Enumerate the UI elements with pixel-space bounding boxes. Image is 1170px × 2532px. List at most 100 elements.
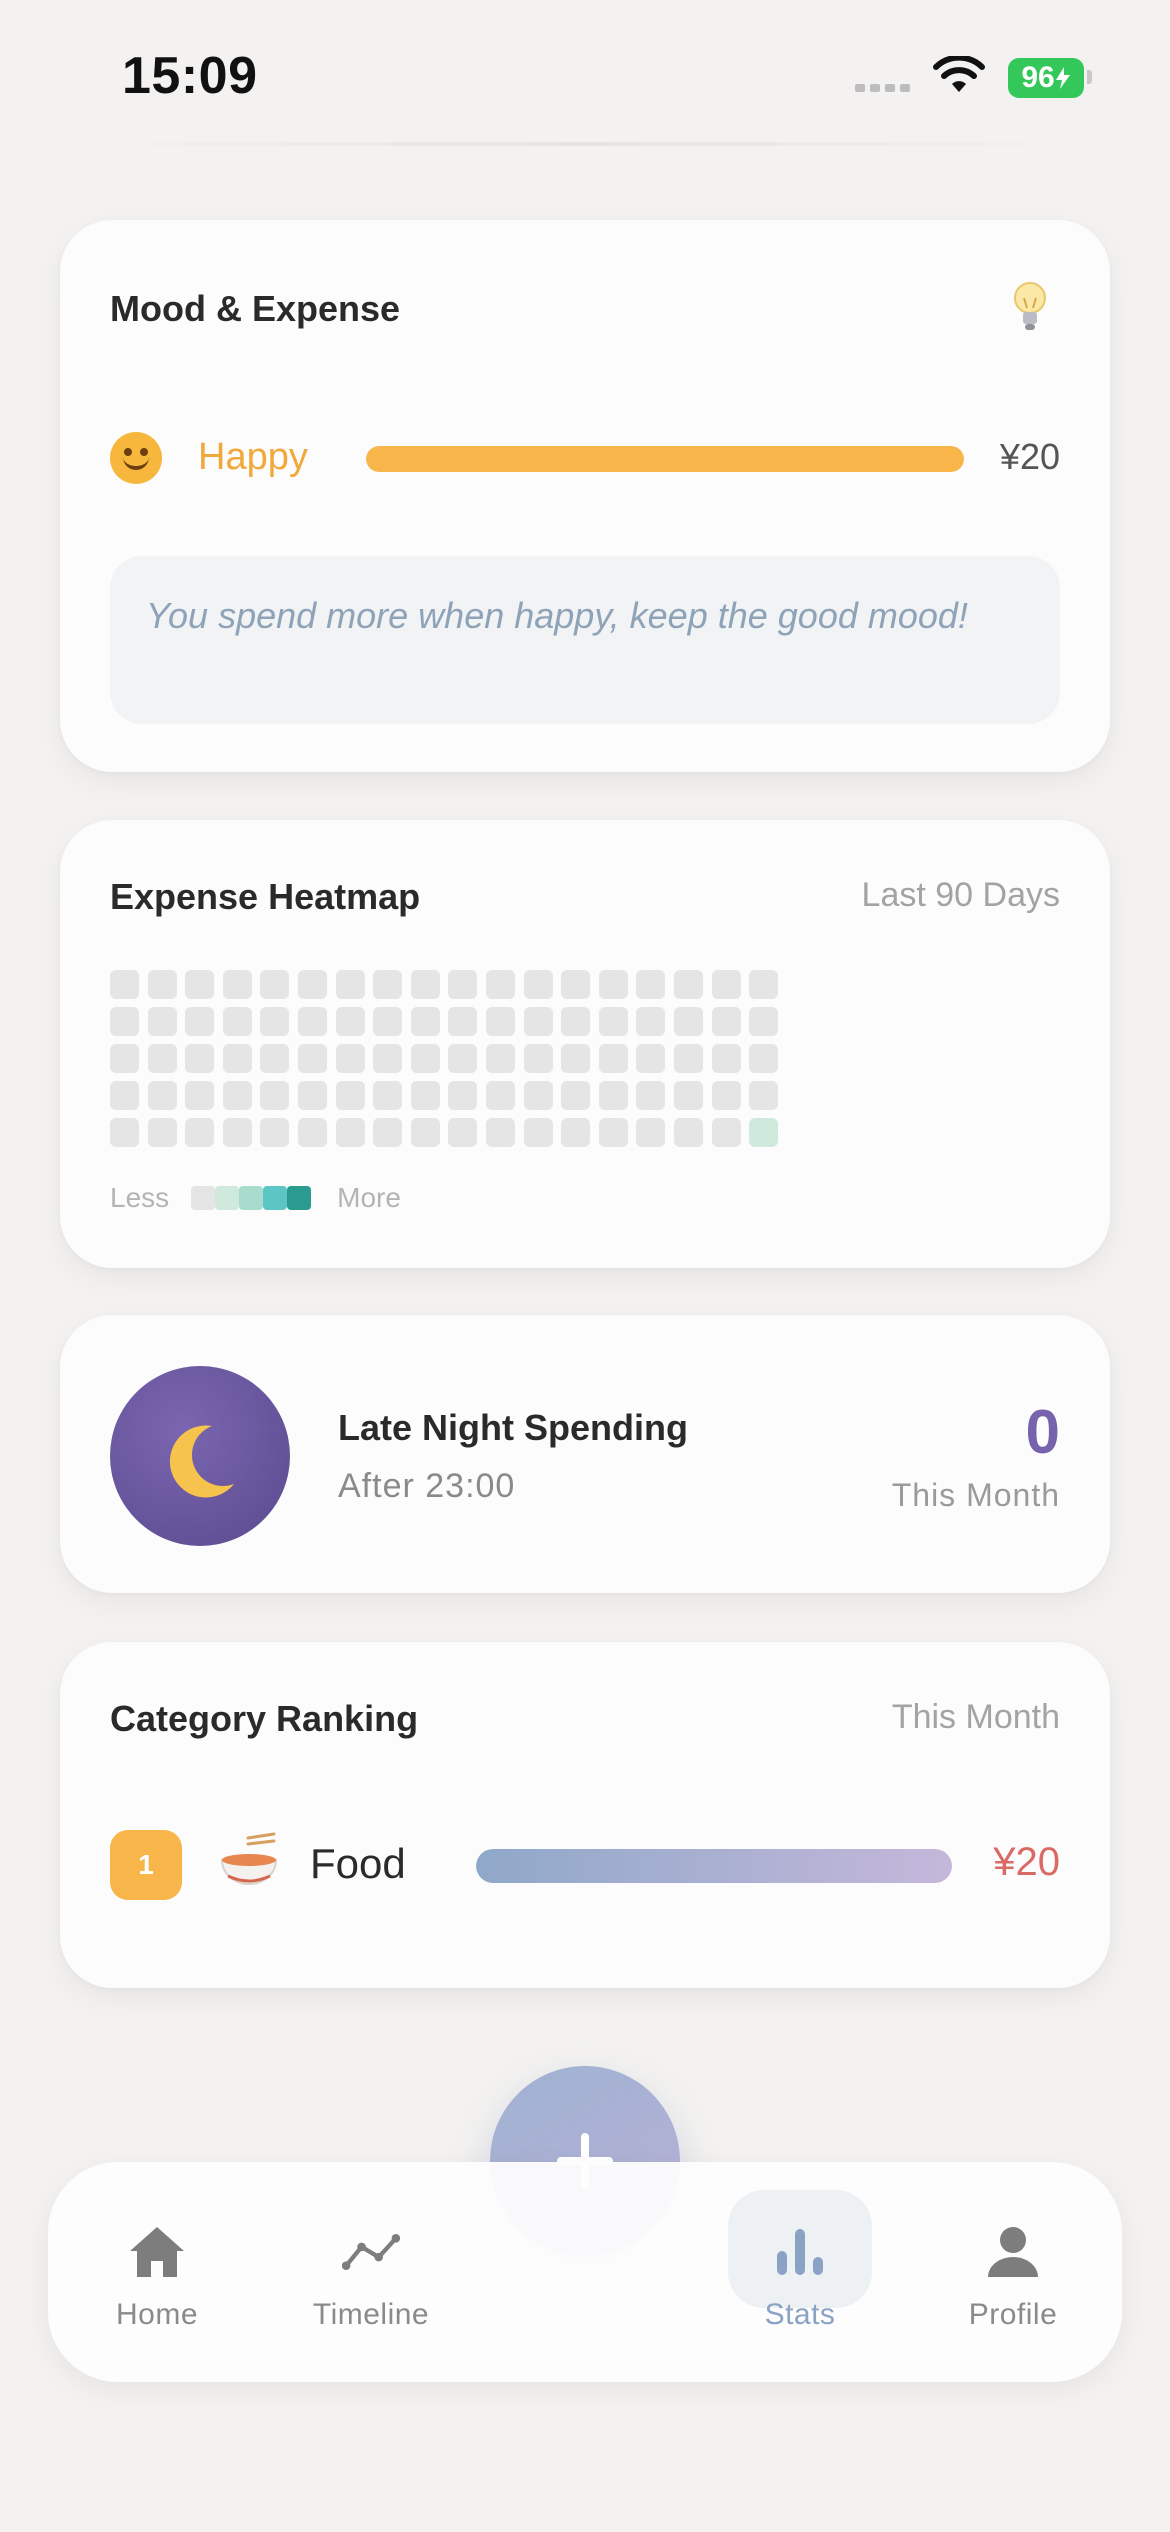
heatmap-cell[interactable] [749, 1118, 779, 1147]
heatmap-cell[interactable] [222, 1044, 252, 1073]
heatmap-cell[interactable] [673, 970, 703, 999]
heatmap-cell[interactable] [260, 1044, 290, 1073]
heatmap-cell[interactable] [147, 1007, 177, 1036]
heatmap-cell[interactable] [673, 1118, 703, 1147]
heatmap-cell[interactable] [561, 1007, 591, 1036]
heatmap-cell[interactable] [523, 1081, 553, 1110]
heatmap-cell[interactable] [673, 1044, 703, 1073]
heatmap-cell[interactable] [711, 1007, 741, 1036]
heatmap-cell[interactable] [598, 1118, 628, 1147]
heatmap-cell[interactable] [636, 1118, 666, 1147]
mood-tip: You spend more when happy, keep the good… [110, 556, 1060, 724]
heatmap-cell[interactable] [410, 1044, 440, 1073]
nav-profile[interactable]: Profile [928, 2222, 1098, 2332]
heatmap-cell[interactable] [485, 1007, 515, 1036]
heatmap-cell[interactable] [185, 970, 215, 999]
heatmap-cell[interactable] [373, 1081, 403, 1110]
heatmap-cell[interactable] [373, 1007, 403, 1036]
nav-timeline[interactable]: Timeline [286, 2222, 456, 2332]
lightbulb-icon[interactable] [1010, 280, 1050, 336]
heatmap-cell[interactable] [297, 1044, 327, 1073]
heatmap-cell[interactable] [110, 1118, 139, 1147]
heatmap-cell[interactable] [373, 970, 403, 999]
heatmap-cell[interactable] [373, 1044, 403, 1073]
heatmap-cell[interactable] [297, 970, 327, 999]
heatmap-cell[interactable] [485, 970, 515, 999]
heatmap-cell[interactable] [561, 1044, 591, 1073]
heatmap-cell[interactable] [222, 1118, 252, 1147]
heatmap-cell[interactable] [561, 1081, 591, 1110]
heatmap-cell[interactable] [110, 1044, 139, 1073]
heatmap-cell[interactable] [147, 1118, 177, 1147]
heatmap-cell[interactable] [636, 1044, 666, 1073]
heatmap-cell[interactable] [711, 1118, 741, 1147]
heatmap-cell[interactable] [749, 1044, 779, 1073]
heatmap-cell[interactable] [410, 1007, 440, 1036]
heatmap-cell[interactable] [335, 1118, 365, 1147]
heatmap-cell[interactable] [410, 1081, 440, 1110]
heatmap-cell[interactable] [147, 1044, 177, 1073]
late-night-card[interactable]: Late Night Spending After 23:00 0 This M… [60, 1315, 1110, 1593]
heatmap-cell[interactable] [147, 970, 177, 999]
heatmap-cell[interactable] [110, 1007, 139, 1036]
heatmap-cell[interactable] [448, 1118, 478, 1147]
heatmap-cell[interactable] [297, 1118, 327, 1147]
nav-stats[interactable]: Stats [715, 2222, 885, 2332]
heatmap-cell[interactable] [485, 1118, 515, 1147]
heatmap-cell[interactable] [260, 1007, 290, 1036]
heatmap-cell[interactable] [222, 970, 252, 999]
heatmap-cell[interactable] [749, 970, 779, 999]
heatmap-cell[interactable] [110, 970, 139, 999]
heatmap-cell[interactable] [335, 1081, 365, 1110]
heatmap-cell[interactable] [523, 1007, 553, 1036]
heatmap-cell[interactable] [185, 1081, 215, 1110]
category-ranking-period[interactable]: This Month [892, 1698, 1060, 1737]
mood-expense-card: Mood & Expense Happy ¥20 You spend more … [60, 220, 1110, 772]
heatmap-cell[interactable] [110, 1081, 139, 1110]
heatmap-cell[interactable] [711, 970, 741, 999]
heatmap-cell[interactable] [598, 970, 628, 999]
heatmap-cell[interactable] [598, 1081, 628, 1110]
heatmap-cell[interactable] [222, 1007, 252, 1036]
heatmap-cell[interactable] [561, 970, 591, 999]
heatmap-cell[interactable] [185, 1044, 215, 1073]
heatmap-cell[interactable] [673, 1007, 703, 1036]
heatmap-cell[interactable] [185, 1118, 215, 1147]
heatmap-cell[interactable] [561, 1118, 591, 1147]
heatmap-cell[interactable] [260, 1081, 290, 1110]
heatmap-cell[interactable] [636, 970, 666, 999]
heatmap-cell[interactable] [749, 1007, 779, 1036]
heatmap-cell[interactable] [147, 1081, 177, 1110]
heatmap-cell[interactable] [410, 970, 440, 999]
heatmap-cell[interactable] [523, 1044, 553, 1073]
heatmap-cell[interactable] [260, 970, 290, 999]
heatmap-cell[interactable] [448, 970, 478, 999]
heatmap-cell[interactable] [598, 1007, 628, 1036]
heatmap-cell[interactable] [297, 1081, 327, 1110]
heatmap-cell[interactable] [410, 1118, 440, 1147]
heatmap-cell[interactable] [185, 1007, 215, 1036]
heatmap-cell[interactable] [335, 1007, 365, 1036]
heatmap-cell[interactable] [711, 1081, 741, 1110]
heatmap-cell[interactable] [485, 1044, 515, 1073]
heatmap-cell[interactable] [523, 1118, 553, 1147]
heatmap-cell[interactable] [222, 1081, 252, 1110]
heatmap-cell[interactable] [260, 1118, 290, 1147]
heatmap-cell[interactable] [335, 1044, 365, 1073]
heatmap-cell[interactable] [598, 1044, 628, 1073]
heatmap-cell[interactable] [373, 1118, 403, 1147]
heatmap-cell[interactable] [448, 1044, 478, 1073]
heatmap-cell[interactable] [448, 1081, 478, 1110]
heatmap-cell[interactable] [636, 1081, 666, 1110]
heatmap-cell[interactable] [448, 1007, 478, 1036]
heatmap-cell[interactable] [711, 1044, 741, 1073]
heatmap-cell[interactable] [673, 1081, 703, 1110]
heatmap-cell[interactable] [636, 1007, 666, 1036]
heatmap-cell[interactable] [523, 970, 553, 999]
heatmap-cell[interactable] [749, 1081, 779, 1110]
heatmap-cell[interactable] [335, 970, 365, 999]
heatmap-period[interactable]: Last 90 Days [862, 876, 1060, 915]
nav-home[interactable]: Home [72, 2222, 242, 2332]
heatmap-cell[interactable] [485, 1081, 515, 1110]
heatmap-cell[interactable] [297, 1007, 327, 1036]
